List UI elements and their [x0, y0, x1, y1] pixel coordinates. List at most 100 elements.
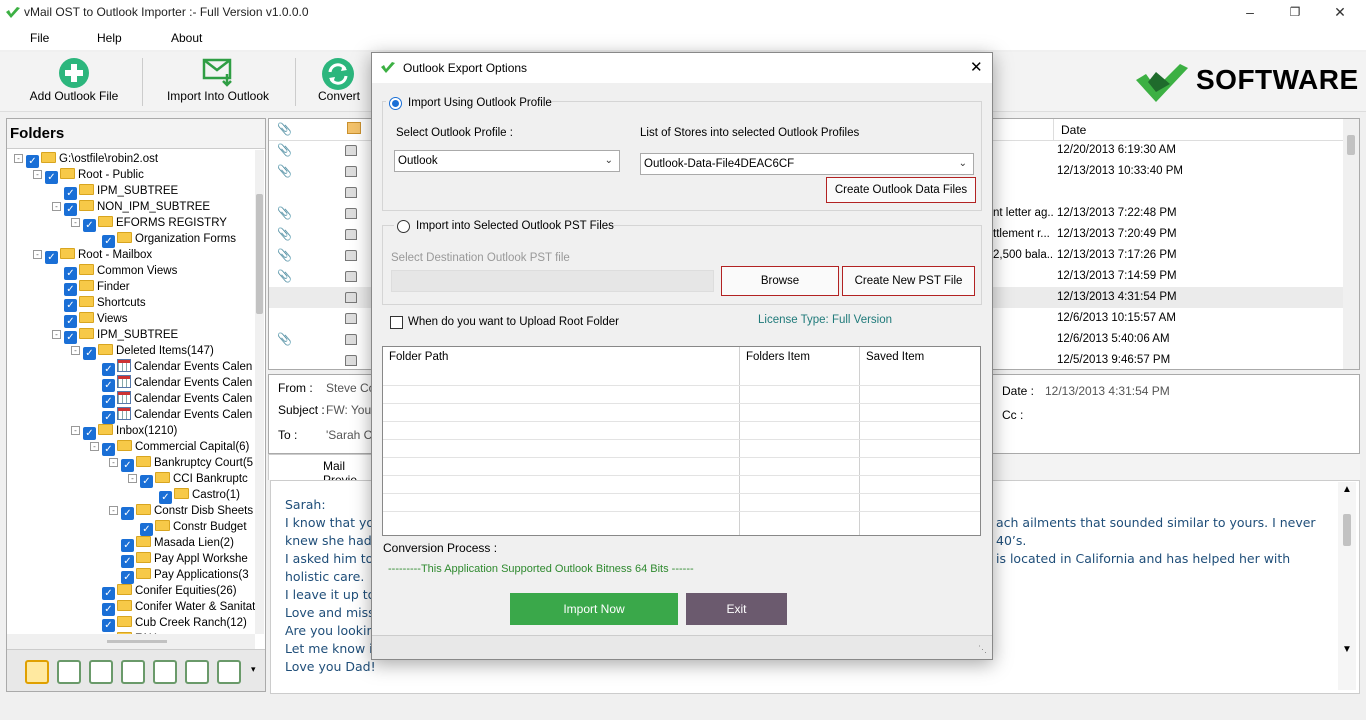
- subject-label: Subject :: [278, 403, 325, 417]
- folder-tree-label: Deleted Items(147): [116, 345, 214, 357]
- folder-icon: [79, 184, 94, 195]
- folder-tree-hscrollbar[interactable]: [7, 634, 255, 649]
- folder-tree-item[interactable]: ✓ Calendar Events Calen: [90, 407, 252, 424]
- radio-import-pst[interactable]: [397, 220, 410, 233]
- collapse-icon[interactable]: -: [52, 330, 61, 339]
- folder-nav-icon[interactable]: [25, 660, 49, 684]
- folder-tree-label: Calendar Events Calen: [134, 377, 253, 389]
- menu-about[interactable]: About: [171, 31, 202, 45]
- close-window-button[interactable]: ✕: [1317, 0, 1363, 26]
- folder-tree-item[interactable]: ✓ IPM_SUBTREE: [52, 183, 178, 200]
- collapse-icon[interactable]: -: [33, 170, 42, 179]
- folder-tree-item[interactable]: ✓ Cub Creek Ranch(12): [90, 615, 247, 632]
- browse-button[interactable]: Browse: [721, 266, 839, 296]
- attachment-column-icon: 📎: [277, 122, 292, 136]
- folder-tree-item[interactable]: - ✓ Root - Mailbox: [33, 247, 152, 264]
- folder-tree-item[interactable]: - ✓ Commercial Capital(6): [90, 439, 249, 456]
- folder-tree-item[interactable]: ✓ Constr Budget: [128, 519, 247, 536]
- collapse-icon[interactable]: -: [33, 250, 42, 259]
- folder-tree-item[interactable]: - ✓ IPM_SUBTREE: [52, 327, 178, 344]
- folder-tree-item[interactable]: ✓ Views: [52, 311, 127, 328]
- hscroll-thumb[interactable]: [107, 640, 167, 643]
- calendar-nav-icon[interactable]: [121, 660, 145, 684]
- preview-scrollbar[interactable]: ▲ ▼: [1338, 482, 1356, 690]
- collapse-icon[interactable]: -: [128, 474, 137, 483]
- minimize-button[interactable]: –: [1227, 0, 1273, 26]
- folder-tree-item[interactable]: ✓ Calendar Events Calen: [90, 375, 253, 392]
- create-outlook-data-files-button[interactable]: Create Outlook Data Files: [826, 177, 976, 203]
- folder-tree-item[interactable]: - ✓ NON_IPM_SUBTREE: [52, 199, 210, 216]
- folder-tree-item[interactable]: ✓ Calendar Events Calen: [90, 359, 252, 376]
- create-new-pst-button[interactable]: Create New PST File: [842, 266, 975, 296]
- folder-tree-item[interactable]: ✓ Common Views: [52, 263, 177, 280]
- mail-list-scrollbar[interactable]: [1343, 119, 1359, 369]
- folder-tree-item[interactable]: ✓ Castro(1): [147, 487, 240, 504]
- collapse-icon[interactable]: -: [90, 442, 99, 451]
- profile-select-value: Outlook: [398, 155, 438, 167]
- dest-pst-input[interactable]: [391, 270, 714, 292]
- exit-button[interactable]: Exit: [686, 593, 787, 625]
- outlook-export-dialog: Outlook Export Options ✕ Import Using Ou…: [371, 52, 993, 660]
- import-now-button[interactable]: Import Now: [510, 593, 678, 625]
- import-into-outlook-button[interactable]: Import Into Outlook: [160, 52, 276, 110]
- scroll-down-icon[interactable]: ▼: [1342, 644, 1352, 655]
- notes-nav-icon[interactable]: [185, 660, 209, 684]
- add-outlook-file-button[interactable]: Add Outlook File: [20, 52, 128, 110]
- folder-tree-item[interactable]: ✓ Organization Forms: [90, 231, 236, 248]
- scrollbar-thumb[interactable]: [1343, 514, 1351, 546]
- maximize-button[interactable]: ❐: [1272, 0, 1318, 26]
- mail-nav-icon[interactable]: [57, 660, 81, 684]
- store-select[interactable]: Outlook-Data-File4DEAC6CF ⌄: [640, 153, 974, 175]
- scrollbar-thumb[interactable]: [256, 194, 263, 314]
- tab-mail-preview[interactable]: Mail Previe: [268, 454, 376, 487]
- folder-tree-scrollbar[interactable]: [255, 150, 264, 634]
- journal-nav-icon[interactable]: [217, 660, 241, 684]
- brand-logo-icon: [1136, 64, 1188, 102]
- collapse-icon[interactable]: -: [109, 458, 118, 467]
- radio-import-profile[interactable]: [389, 97, 402, 110]
- folder-tree-item[interactable]: - ✓ Deleted Items(147): [71, 343, 214, 360]
- folder-tree-item[interactable]: ✓ Calendar Events Calen: [90, 391, 252, 408]
- convert-button[interactable]: Convert: [310, 52, 368, 110]
- collapse-icon[interactable]: -: [71, 346, 80, 355]
- folder-icon: [79, 328, 94, 339]
- folder-tree-item[interactable]: ✓ Masada Lien(2): [109, 535, 234, 552]
- convert-icon: [322, 58, 354, 90]
- to-label: To :: [278, 428, 298, 442]
- folder-tree-item[interactable]: ✓ Shortcuts: [52, 295, 146, 312]
- scroll-up-icon[interactable]: ▲: [1342, 484, 1352, 495]
- folder-tree-label: Castro(1): [192, 489, 240, 501]
- resize-grip-icon[interactable]: ⋱: [978, 644, 987, 655]
- folder-tree-item[interactable]: ✓ Pay Appl Workshe: [109, 551, 248, 568]
- folder-tree-item[interactable]: ✓ Conifer Equities(26): [90, 583, 237, 600]
- tasks-nav-icon[interactable]: [153, 660, 177, 684]
- folder-tree-item[interactable]: - ✓ G:\ostfile\robin2.ost: [14, 151, 159, 168]
- scrollbar-thumb[interactable]: [1347, 135, 1355, 155]
- folder-tree-label: Bankruptcy Court(5: [154, 457, 254, 469]
- folder-tree-item[interactable]: ✓ Pay Applications(3: [109, 567, 249, 584]
- folder-tree-item[interactable]: ✓ Finder: [52, 279, 130, 296]
- menu-file[interactable]: File: [30, 31, 49, 45]
- collapse-icon[interactable]: -: [14, 154, 23, 163]
- collapse-icon[interactable]: -: [52, 202, 61, 211]
- folder-tree-label: G:\ostfile\robin2.ost: [59, 153, 159, 165]
- profile-select[interactable]: Outlook ⌄: [394, 150, 620, 172]
- contacts-nav-icon[interactable]: [89, 660, 113, 684]
- folder-tree-item[interactable]: - ✓ Inbox(1210): [71, 423, 177, 440]
- dialog-close-button[interactable]: ✕: [970, 58, 983, 76]
- more-nav-icon[interactable]: ▾: [251, 664, 256, 675]
- folder-tree-item[interactable]: - ✓ Root - Public: [33, 167, 144, 184]
- upload-root-checkbox[interactable]: [390, 316, 403, 329]
- folder-tree-label: Finder: [97, 281, 130, 293]
- collapse-icon[interactable]: -: [71, 218, 80, 227]
- collapse-icon[interactable]: -: [71, 426, 80, 435]
- folder-tree-item[interactable]: - ✓ EFORMS REGISTRY: [71, 215, 227, 232]
- folder-tree-item[interactable]: - ✓ Bankruptcy Court(5: [109, 455, 254, 472]
- folder-tree-item[interactable]: ✓ Conifer Water & Sanitat: [90, 599, 255, 616]
- collapse-icon[interactable]: -: [109, 506, 118, 515]
- folder-tree-item[interactable]: - ✓ CCI Bankruptc: [128, 471, 248, 488]
- mail-body-line: I know that yo: [285, 515, 375, 530]
- menu-help[interactable]: Help: [97, 31, 122, 45]
- folder-tree-item[interactable]: - ✓ Constr Disb Sheets: [109, 503, 253, 520]
- date-column-header[interactable]: Date: [1061, 123, 1086, 137]
